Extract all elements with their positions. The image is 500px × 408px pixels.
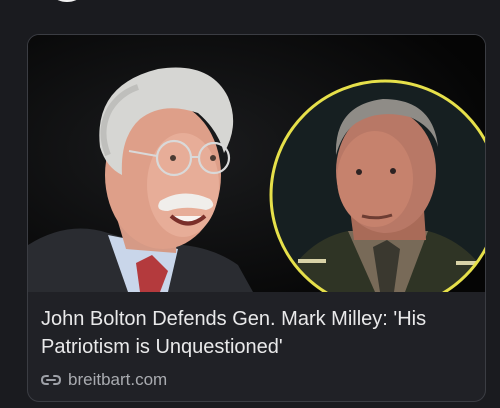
source-link[interactable]: breitbart.com <box>41 369 167 391</box>
article-headline[interactable]: John Bolton Defends Gen. Mark Milley: 'H… <box>41 305 471 361</box>
avatar[interactable] <box>44 0 90 2</box>
article-thumbnail[interactable] <box>28 35 485 292</box>
source-domain[interactable]: breitbart.com <box>68 370 167 390</box>
link-preview-card[interactable]: John Bolton Defends Gen. Mark Milley: 'H… <box>27 34 486 402</box>
link-icon <box>41 375 61 385</box>
feed-page: John Bolton Defends Gen. Mark Milley: 'H… <box>0 0 500 408</box>
article-photo <box>28 35 485 292</box>
